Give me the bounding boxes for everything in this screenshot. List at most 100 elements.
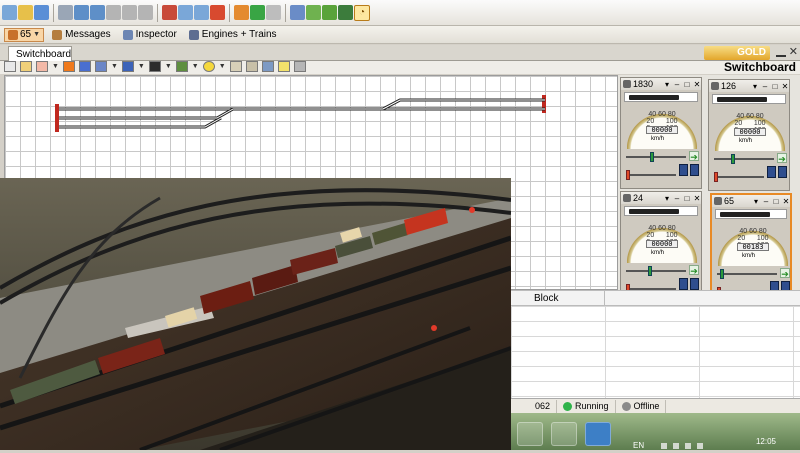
indicator-tool-icon[interactable]	[202, 60, 215, 72]
camera-tool-icon[interactable]	[293, 60, 306, 72]
direction-arrow-icon[interactable]: ➔	[689, 151, 699, 162]
save-icon[interactable]	[34, 5, 49, 20]
speed-slider[interactable]	[626, 152, 686, 162]
close-icon[interactable]: ✕	[782, 197, 790, 206]
taskbar-app-media-icon[interactable]	[517, 422, 543, 446]
direction-arrow-icon[interactable]: ➔	[689, 265, 699, 276]
function-button[interactable]	[690, 278, 699, 290]
label-tool-icon[interactable]	[245, 60, 258, 72]
image-tool-icon[interactable]	[261, 60, 274, 72]
loco-image[interactable]	[624, 206, 698, 216]
text-tool-icon[interactable]	[229, 60, 242, 72]
undo-icon[interactable]	[74, 5, 89, 20]
chevron-down-icon[interactable]: ▾	[752, 197, 760, 206]
close-icon[interactable]: ✕	[693, 194, 701, 203]
chevron-down-icon[interactable]: ▾	[663, 80, 671, 89]
function-button[interactable]	[679, 278, 688, 290]
block-column-header[interactable]: Block	[534, 293, 558, 304]
messages-button[interactable]: Messages	[48, 27, 115, 42]
speed-slider-knob[interactable]	[731, 154, 735, 164]
lamp-tool-icon[interactable]	[277, 60, 290, 72]
block-tool-icon[interactable]	[175, 60, 188, 72]
speed-slider[interactable]	[626, 266, 686, 276]
brake-slider[interactable]	[626, 170, 676, 180]
turnout-icon[interactable]	[338, 5, 353, 20]
chevron-down-icon[interactable]: ▼	[192, 63, 199, 70]
eraser-icon[interactable]	[36, 60, 48, 72]
zoom-icon[interactable]	[194, 5, 209, 20]
stop-icon[interactable]	[210, 5, 225, 20]
maximize-icon[interactable]: □	[771, 82, 779, 91]
fill-color-icon[interactable]	[62, 60, 75, 72]
cut-icon[interactable]	[106, 5, 121, 20]
throttle-65[interactable]: 65▾–□✕40 60 80 20 100 0 12000183km/h➔	[710, 193, 792, 305]
minimize-icon[interactable]: –	[762, 197, 770, 206]
chevron-down-icon[interactable]: ▼	[111, 63, 118, 70]
throttle-24[interactable]: 24▾–□✕40 60 80 20 100 0 12000000km/h➔	[620, 191, 702, 303]
loco-image[interactable]	[712, 94, 786, 104]
brake-slider[interactable]	[714, 172, 764, 182]
tray-network-icon[interactable]	[673, 443, 679, 449]
delete-icon[interactable]	[162, 5, 177, 20]
direction-arrow-icon[interactable]: ➔	[777, 153, 787, 164]
pointer-icon[interactable]	[4, 60, 16, 72]
line-color-icon[interactable]	[78, 60, 91, 72]
maximize-icon[interactable]: □	[772, 197, 780, 206]
taskbar-app-drive-icon[interactable]	[551, 422, 577, 446]
close-icon[interactable]: ✕	[693, 80, 701, 89]
throttle-126[interactable]: 126▾–□✕40 60 80 20 100 0 12000000km/h➔	[708, 79, 790, 191]
speed-slider[interactable]	[717, 269, 777, 279]
speed-slider-knob[interactable]	[650, 152, 654, 162]
redo-icon[interactable]	[90, 5, 105, 20]
open-icon[interactable]	[18, 5, 33, 20]
paste-icon[interactable]	[138, 5, 153, 20]
block-table[interactable]	[511, 306, 800, 398]
function-button[interactable]	[679, 164, 688, 176]
clock-icon[interactable]: ◔	[354, 4, 370, 21]
brake-slider-knob[interactable]	[714, 172, 718, 182]
taskbar-app-rocrail-icon[interactable]	[585, 422, 611, 446]
direction-arrow-icon[interactable]: ➔	[780, 268, 790, 279]
chevron-down-icon[interactable]: ▾	[751, 82, 759, 91]
wizard-icon[interactable]	[290, 5, 305, 20]
minimize-icon[interactable]: –	[673, 80, 681, 89]
new-icon[interactable]	[2, 5, 17, 20]
run-icon[interactable]	[250, 5, 265, 20]
inspector-button[interactable]: Inspector	[119, 27, 181, 42]
print-icon[interactable]	[58, 5, 73, 20]
loco-image[interactable]	[624, 92, 698, 102]
brake-slider-knob[interactable]	[626, 170, 630, 180]
power-icon[interactable]	[234, 5, 249, 20]
signal-tool-icon[interactable]	[148, 60, 161, 72]
tray-power-icon[interactable]	[685, 443, 691, 449]
close-icon[interactable]: ✕	[789, 45, 798, 58]
chevron-down-icon[interactable]: ▼	[165, 63, 172, 70]
function-button[interactable]	[778, 166, 787, 178]
function-button[interactable]	[767, 166, 776, 178]
copy-icon[interactable]	[122, 5, 137, 20]
track-icon[interactable]	[94, 60, 107, 72]
engines-trains-button[interactable]: Engines + Trains	[185, 27, 281, 42]
tray-volume-icon[interactable]	[697, 443, 703, 449]
loco-selector[interactable]: 65 ▼	[4, 27, 45, 42]
taskbar-clock[interactable]: 12:05	[756, 437, 776, 446]
maximize-icon[interactable]: □	[683, 80, 691, 89]
lock-icon[interactable]	[266, 5, 281, 20]
loco-image[interactable]	[715, 209, 787, 219]
chevron-down-icon[interactable]: ▾	[663, 194, 671, 203]
chevron-down-icon[interactable]: ▼	[52, 63, 59, 70]
speed-slider[interactable]	[714, 154, 774, 164]
function-button[interactable]	[690, 164, 699, 176]
maximize-icon[interactable]: □	[683, 194, 691, 203]
turnout-tool-icon[interactable]	[121, 60, 134, 72]
tray-flag-icon[interactable]	[661, 443, 667, 449]
grid-icon[interactable]	[178, 5, 193, 20]
chevron-down-icon[interactable]: ▼	[219, 63, 226, 70]
minimize-icon[interactable]	[776, 47, 786, 57]
minimize-icon[interactable]: –	[673, 194, 681, 203]
throttle-1830[interactable]: 1830▾–□✕40 60 80 20 100 0 12000000km/h➔	[620, 77, 702, 189]
speed-slider-knob[interactable]	[648, 266, 652, 276]
pencil-icon[interactable]	[20, 60, 32, 72]
speed-slider-knob[interactable]	[720, 269, 724, 279]
close-icon[interactable]: ✕	[781, 82, 789, 91]
